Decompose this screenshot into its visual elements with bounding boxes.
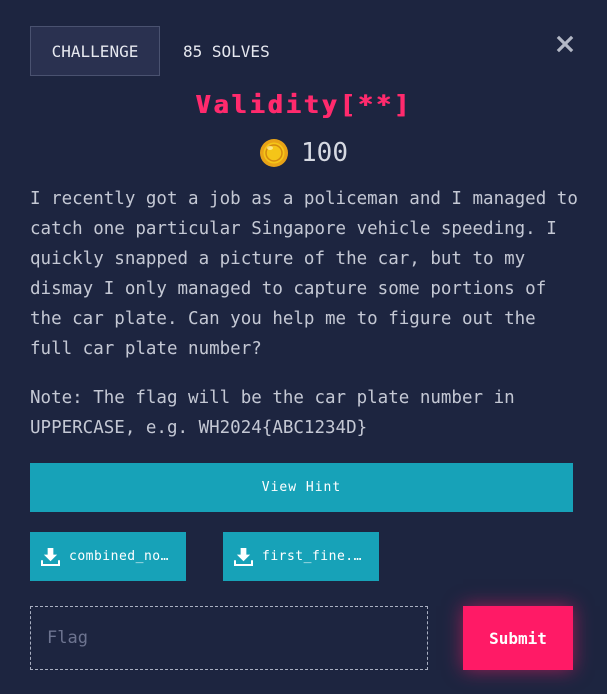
points-row: 100	[0, 138, 607, 168]
coin-icon	[260, 139, 289, 167]
challenge-note: Note: The flag will be the car plate num…	[30, 388, 515, 438]
view-hint-button[interactable]: View Hint	[30, 463, 573, 512]
download-icon	[41, 547, 60, 566]
challenge-description: I recently got a job as a policeman and …	[30, 189, 578, 359]
file-download-button[interactable]: combined_no…	[30, 532, 186, 581]
file-name: combined_no…	[69, 549, 169, 564]
file-download-button[interactable]: first_fine.…	[223, 532, 379, 581]
close-icon[interactable]	[555, 34, 575, 54]
points-value: 100	[301, 138, 348, 168]
download-icon	[234, 547, 253, 566]
challenge-title: Validity[**]	[195, 90, 412, 119]
tab-challenge[interactable]: CHALLENGE	[30, 26, 160, 76]
file-name: first_fine.…	[262, 549, 362, 564]
submit-button[interactable]: Submit	[463, 606, 573, 670]
solves-count: 85 SOLVES	[183, 41, 270, 61]
flag-input[interactable]	[30, 606, 428, 670]
